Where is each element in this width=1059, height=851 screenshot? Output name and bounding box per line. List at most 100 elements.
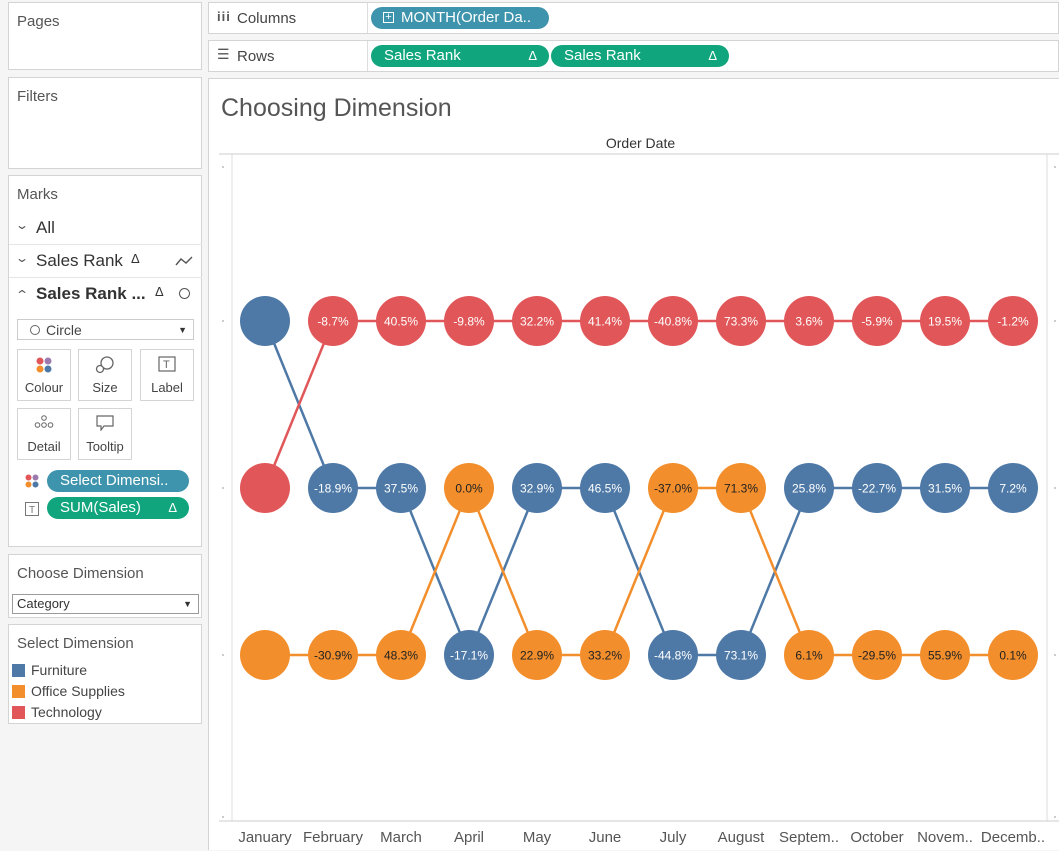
bump-chart[interactable]: -18.9% 37.5% -17.1% 32.9% 46.5% -44.8% 73.1% 25… bbox=[209, 79, 1059, 851]
x-tick-label: January bbox=[238, 829, 292, 846]
colour-label: Colour bbox=[24, 380, 64, 395]
circle-icon bbox=[30, 325, 40, 335]
columns-pill-label: MONTH(Order Da.. bbox=[401, 9, 532, 26]
label-field-pill[interactable]: SUM(Sales) Δ bbox=[47, 497, 189, 519]
x-tick-label: Novem.. bbox=[917, 829, 973, 846]
colour-field-icon bbox=[25, 474, 39, 493]
marks-layer-2-row[interactable]: ⌄ Sales Rank ... Δ bbox=[9, 278, 202, 311]
colour-field-pill[interactable]: Select Dimensi.. bbox=[47, 470, 189, 492]
filters-shelf[interactable]: Filters bbox=[8, 77, 202, 169]
marks-layer-2-label: Sales Rank ... bbox=[36, 284, 146, 303]
x-tick-label: October bbox=[850, 829, 903, 846]
data-label: 46.5% bbox=[588, 482, 622, 496]
x-tick-label: March bbox=[380, 829, 422, 846]
data-label: 25.8% bbox=[792, 482, 826, 496]
dimension-dropdown[interactable]: Category ▼ bbox=[12, 594, 199, 614]
data-label: 40.5% bbox=[384, 315, 418, 329]
data-label: -29.5% bbox=[858, 649, 896, 663]
legend-item[interactable]: Office Supplies bbox=[12, 683, 125, 703]
size-label: Size bbox=[92, 380, 118, 395]
data-label: -40.8% bbox=[654, 315, 692, 329]
rows-icon: ☰ bbox=[217, 46, 230, 62]
rows-pill-1[interactable]: Sales Rank Δ bbox=[371, 45, 549, 67]
data-label: -30.9% bbox=[314, 649, 352, 663]
data-point bbox=[240, 463, 290, 513]
mark-type-dropdown[interactable]: Circle ▼ bbox=[17, 319, 194, 340]
size-button[interactable]: Size bbox=[78, 349, 132, 401]
data-label: 73.3% bbox=[724, 315, 758, 329]
rows-label: Rows bbox=[237, 48, 275, 65]
detail-icon bbox=[18, 409, 70, 435]
marks-all-label: All bbox=[36, 218, 55, 237]
chevron-down-icon: ▼ bbox=[183, 599, 192, 609]
data-label: 48.3% bbox=[384, 649, 418, 663]
circle-mark-icon bbox=[179, 288, 190, 299]
filters-title: Filters bbox=[17, 88, 58, 105]
delta-icon: Δ bbox=[168, 500, 177, 515]
data-label: 33.2% bbox=[588, 649, 622, 663]
x-tick-label: Septem.. bbox=[779, 829, 839, 846]
data-label: -44.8% bbox=[654, 649, 692, 663]
data-label: -22.7% bbox=[858, 482, 896, 496]
colour-icon bbox=[18, 350, 70, 376]
chevron-down-icon: ▼ bbox=[178, 325, 187, 335]
legend-swatch bbox=[12, 664, 25, 677]
data-label: -37.0% bbox=[654, 482, 692, 496]
svg-text:T: T bbox=[29, 505, 35, 516]
x-tick-label: May bbox=[523, 829, 552, 846]
detail-label: Detail bbox=[27, 439, 61, 454]
delta-icon: Δ bbox=[155, 284, 164, 299]
expand-icon: + bbox=[383, 12, 394, 23]
colour-button[interactable]: Colour bbox=[17, 349, 71, 401]
label-field-label: SUM(Sales) bbox=[60, 499, 141, 516]
delta-icon: Δ bbox=[708, 48, 717, 63]
data-label: 55.9% bbox=[928, 649, 962, 663]
data-label: -8.7% bbox=[317, 315, 349, 329]
dimension-dropdown-value: Category bbox=[17, 596, 70, 611]
label-label: Label bbox=[151, 380, 183, 395]
line-mark-icon bbox=[175, 256, 193, 266]
marks-title: Marks bbox=[17, 186, 58, 203]
rows-shelf[interactable]: ☰ Rows Sales Rank Δ Sales Rank Δ bbox=[208, 40, 1059, 72]
data-label: 6.1% bbox=[795, 649, 823, 663]
pages-shelf[interactable]: Pages bbox=[8, 2, 202, 70]
columns-shelf[interactable]: iii Columns + MONTH(Order Da.. bbox=[208, 2, 1059, 34]
chevron-down-icon: ⌄ bbox=[14, 218, 30, 232]
legend-item[interactable]: Furniture bbox=[12, 662, 87, 682]
columns-pill[interactable]: + MONTH(Order Da.. bbox=[371, 7, 549, 29]
columns-label: Columns bbox=[237, 10, 297, 27]
marks-card: Marks ⌄ All ⌄ Sales Rank Δ ⌄ Sales Rank … bbox=[8, 175, 202, 547]
parameter-title: Choose Dimension bbox=[17, 565, 144, 582]
data-label: 7.2% bbox=[999, 482, 1027, 496]
series-line-office-supplies bbox=[265, 484, 1013, 657]
tooltip-label: Tooltip bbox=[86, 439, 124, 454]
parameter-card: Choose Dimension Category ▼ bbox=[8, 554, 202, 618]
data-label: -9.8% bbox=[453, 315, 485, 329]
marks-layer-1-row[interactable]: ⌄ Sales Rank Δ bbox=[9, 245, 202, 278]
mark-type-value: Circle bbox=[46, 322, 82, 338]
data-label: 22.9% bbox=[520, 649, 554, 663]
marks-layer-1-label: Sales Rank bbox=[36, 251, 123, 270]
data-label: 41.4% bbox=[588, 315, 622, 329]
data-point bbox=[240, 296, 290, 346]
text-label-icon: T bbox=[25, 502, 39, 521]
legend-item[interactable]: Technology bbox=[12, 704, 102, 724]
legend-swatch bbox=[12, 706, 25, 719]
rows-pill-2[interactable]: Sales Rank Δ bbox=[551, 45, 729, 67]
marks-all-row[interactable]: ⌄ All bbox=[9, 212, 202, 245]
chevron-up-icon: ⌄ bbox=[14, 287, 30, 301]
label-button[interactable]: T Label bbox=[140, 349, 194, 401]
text-label-icon: T bbox=[141, 350, 193, 376]
legend-card: Select Dimension Furniture Office Suppli… bbox=[8, 624, 202, 724]
colour-field-label: Select Dimensi.. bbox=[60, 472, 169, 489]
rows-pill-label: Sales Rank bbox=[564, 47, 641, 64]
chevron-down-icon: ⌄ bbox=[14, 251, 30, 265]
delta-icon: Δ bbox=[528, 48, 537, 63]
view-canvas: Choosing Dimension Order Date -18.9% 37.5… bbox=[208, 78, 1059, 850]
data-label: -17.1% bbox=[450, 649, 488, 663]
pages-title: Pages bbox=[17, 13, 60, 30]
legend-label: Furniture bbox=[31, 662, 88, 678]
legend-title: Select Dimension bbox=[17, 635, 134, 652]
tooltip-button[interactable]: Tooltip bbox=[78, 408, 132, 460]
detail-button[interactable]: Detail bbox=[17, 408, 71, 460]
